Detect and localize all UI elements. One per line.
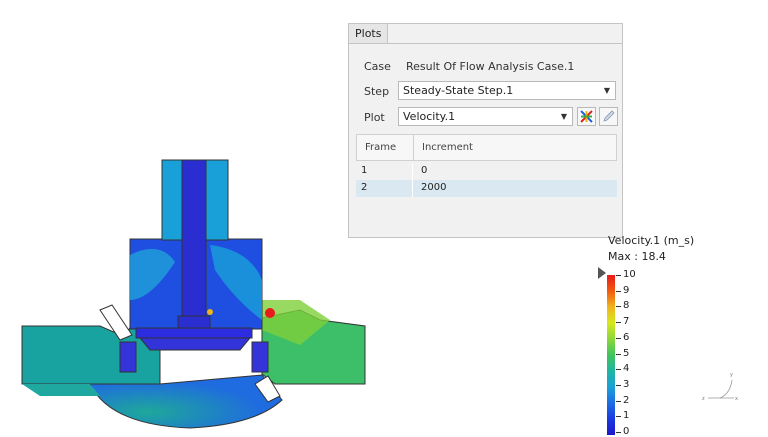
tab-plots[interactable]: Plots xyxy=(349,24,389,44)
legend-tick-label: 10 xyxy=(623,269,636,280)
color-bar xyxy=(607,275,615,435)
case-label: Case xyxy=(364,60,391,73)
edit-button[interactable] xyxy=(599,107,618,126)
table-row[interactable]: 1 0 xyxy=(356,163,617,180)
step-label: Step xyxy=(364,85,390,98)
legend-tick xyxy=(616,416,621,418)
plot-settings-icon xyxy=(580,110,593,123)
legend-tick-label: 9 xyxy=(623,284,630,296)
case-value: Result Of Flow Analysis Case.1 xyxy=(406,60,575,73)
header-frame: Frame xyxy=(365,142,397,153)
legend-tick xyxy=(616,306,621,308)
legend-tick xyxy=(616,353,621,355)
legend-max: Max : 18.4 xyxy=(608,250,666,263)
plot-label: Plot xyxy=(364,111,385,124)
legend-title: Velocity.1 (m_s) xyxy=(608,234,695,247)
tab-divider xyxy=(349,43,622,44)
legend-tick xyxy=(616,322,621,324)
row-frame: 2 xyxy=(361,182,368,193)
row-frame: 1 xyxy=(361,165,368,176)
legend-tick xyxy=(616,337,621,339)
legend-tick xyxy=(616,432,621,433)
plot-value: Velocity.1 xyxy=(403,110,456,123)
legend-tick-label: 1 xyxy=(623,410,630,422)
legend-tick xyxy=(616,290,621,292)
legend-tick-label: 4 xyxy=(623,363,630,375)
legend-tick-label: 2 xyxy=(623,394,630,406)
legend-tick xyxy=(616,384,621,386)
legend-tick-label: 8 xyxy=(623,300,630,312)
step-value: Steady-State Step.1 xyxy=(403,84,514,97)
axis-z-label: z xyxy=(702,396,705,402)
plot-settings-button[interactable] xyxy=(577,107,596,126)
chevron-down-icon: ▼ xyxy=(560,112,567,121)
legend-tick xyxy=(616,275,621,276)
axis-x-label: x xyxy=(735,396,738,402)
table-header: Frame Increment xyxy=(356,134,617,161)
legend-tick xyxy=(616,369,621,371)
header-increment: Increment xyxy=(422,142,473,153)
plots-panel: Plots Case Result Of Flow Analysis Case.… xyxy=(348,23,623,238)
axis-triad-icon: z x y xyxy=(702,372,738,402)
step-dropdown[interactable]: Steady-State Step.1 ▼ xyxy=(398,81,616,100)
row-increment: 2000 xyxy=(421,182,447,193)
legend-tick-label: 7 xyxy=(623,316,630,328)
legend-tick xyxy=(616,400,621,402)
legend-slider-handle[interactable] xyxy=(598,267,606,279)
axis-y-label: y xyxy=(730,372,733,378)
chevron-down-icon: ▼ xyxy=(603,86,610,95)
legend-tick-label: 3 xyxy=(623,378,630,390)
table-row-selected[interactable]: 2 2000 xyxy=(356,180,617,197)
edit-pencil-icon xyxy=(603,110,615,122)
legend-tick-label: 6 xyxy=(623,331,630,343)
plot-dropdown[interactable]: Velocity.1 ▼ xyxy=(398,107,573,126)
row-increment: 0 xyxy=(421,165,428,176)
frame-table: Frame Increment 1 0 2 2000 xyxy=(356,134,617,197)
legend-tick-label: 0 xyxy=(623,426,630,437)
legend-tick-label: 5 xyxy=(623,347,630,359)
